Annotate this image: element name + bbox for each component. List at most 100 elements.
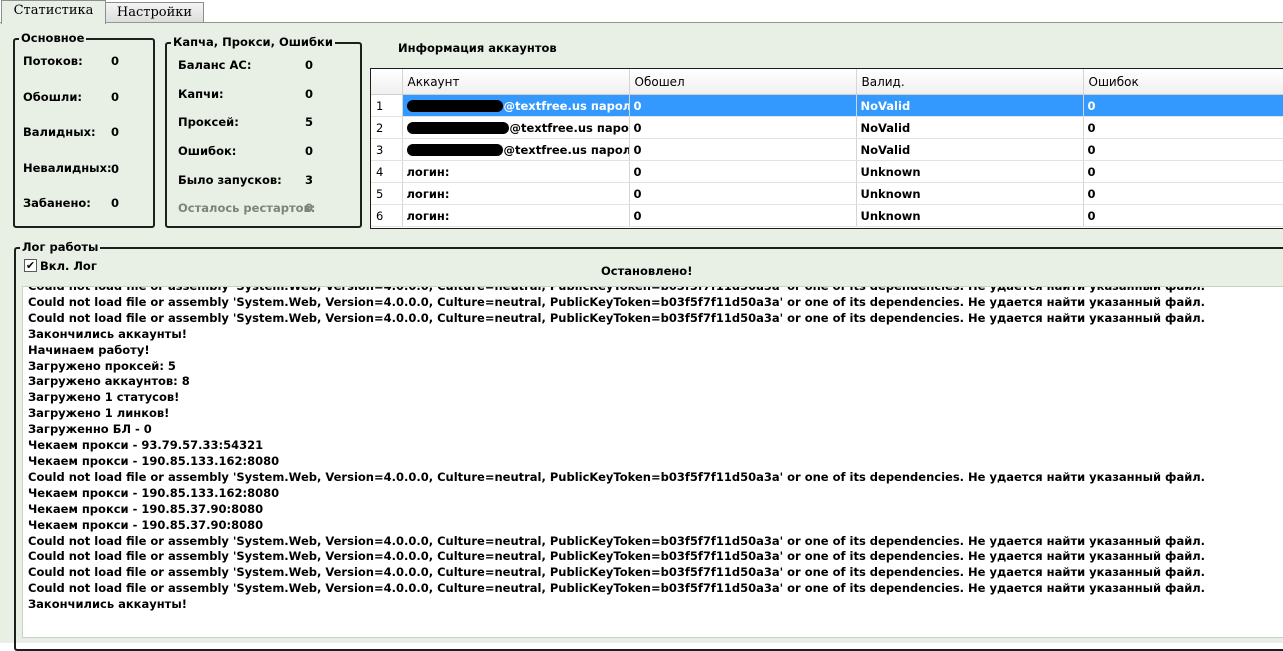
stat-value-banned: 0 <box>111 196 120 210</box>
errors-cell[interactable]: 0 <box>1083 204 1283 227</box>
errors-cell[interactable]: 0 <box>1083 138 1283 161</box>
log-line: Начинаем работу! <box>28 342 150 357</box>
log-enable-checkbox[interactable]: ✔ <box>24 259 37 272</box>
stat-label-banned: Забанено: <box>23 196 91 210</box>
valid-cell[interactable]: Unknown <box>856 182 1084 205</box>
log-line: Загружено проксей: 5 <box>28 358 176 373</box>
valid-cell[interactable]: NoValid <box>856 138 1084 161</box>
column-header-account[interactable]: Аккаунт <box>402 69 630 95</box>
log-line: Чекаем прокси - 190.85.37.90:8080 <box>28 517 264 532</box>
row-number: 6 <box>371 204 403 227</box>
group-title-basic: Основное <box>19 31 87 46</box>
log-line: Загружено 1 линков! <box>28 406 170 421</box>
log-enable-label[interactable]: Вкл. Лог <box>40 259 97 273</box>
stat-label-captchas: Капчи: <box>178 87 224 101</box>
account-cell[interactable]: @textfree.us пароль:п <box>402 94 630 117</box>
log-line: Чекаем прокси - 93.79.57.33:54321 <box>28 438 264 453</box>
table-row[interactable]: 2 @textfree.us пароль: 0 NoValid 0 <box>371 116 1283 139</box>
column-header-valid[interactable]: Валид. <box>856 69 1084 95</box>
log-line: Could not load file or assembly 'System.… <box>28 581 1206 596</box>
stat-value-threads: 0 <box>111 54 120 68</box>
stat-label-ac-balance: Баланс AC: <box>178 58 252 72</box>
errors-cell[interactable]: 0 <box>1083 116 1283 139</box>
valid-cell[interactable]: Unknown <box>856 160 1084 183</box>
log-textbox[interactable]: Could not load file or assembly 'System.… <box>22 286 1283 638</box>
passed-cell[interactable]: 0 <box>629 204 857 227</box>
stat-value-proxies: 5 <box>305 115 314 129</box>
row-number: 1 <box>371 94 403 117</box>
log-line: Загружено 1 статусов! <box>28 390 180 405</box>
errors-cell[interactable]: 0 <box>1083 94 1283 117</box>
log-line: Чекаем прокси - 190.85.133.162:8080 <box>28 485 280 500</box>
log-line: Закончились аккаунты! <box>28 326 187 341</box>
passed-cell[interactable]: 0 <box>629 116 857 139</box>
valid-cell[interactable]: NoValid <box>856 116 1084 139</box>
errors-cell[interactable]: 0 <box>1083 160 1283 183</box>
column-header-errors[interactable]: Ошибок <box>1083 69 1283 95</box>
log-line: Could not load file or assembly 'System.… <box>28 286 1206 293</box>
stat-value-valid: 0 <box>111 125 120 139</box>
row-number: 5 <box>371 182 403 205</box>
valid-cell[interactable]: NoValid <box>856 94 1084 117</box>
redaction-scribble <box>406 100 503 112</box>
passed-cell[interactable]: 0 <box>629 160 857 183</box>
log-line: Загруженно БЛ - 0 <box>28 422 152 437</box>
stat-value-restarts-left: 0 <box>305 201 314 215</box>
tab-statistics[interactable]: Статистика <box>1 0 106 24</box>
table-row[interactable]: 6 логин: 0 Unknown 0 <box>371 204 1283 227</box>
redaction-scribble <box>406 122 509 134</box>
stat-label-threads: Потоков: <box>23 54 83 68</box>
stat-label-proxies: Проксей: <box>178 115 239 129</box>
log-line: Закончились аккаунты! <box>28 597 187 612</box>
checkmark-icon: ✔ <box>25 259 36 272</box>
column-header-passed[interactable]: Обошел <box>629 69 857 95</box>
table-row[interactable]: 3 @textfree.us пароль:о 0 NoValid 0 <box>371 138 1283 161</box>
stat-label-errors: Ошибок: <box>178 144 237 158</box>
log-line: Could not load file or assembly 'System.… <box>28 294 1206 309</box>
stat-value-launches: 3 <box>305 173 314 187</box>
passed-cell[interactable]: 0 <box>629 182 857 205</box>
stat-label-invalid: Невалидных: <box>23 161 112 175</box>
stat-label-launches: Было запусков: <box>178 173 282 187</box>
stat-value-passed: 0 <box>111 90 120 104</box>
stat-value-errors: 0 <box>305 144 314 158</box>
account-cell[interactable]: логин: <box>402 182 630 205</box>
accounts-grid[interactable]: Аккаунт Обошел Валид. Ошибок 1 @textfree… <box>370 68 1283 229</box>
stat-value-ac-balance: 0 <box>305 58 314 72</box>
passed-cell[interactable]: 0 <box>629 138 857 161</box>
table-row[interactable]: 4 логин: 0 Unknown 0 <box>371 160 1283 183</box>
account-cell[interactable]: логин: <box>402 204 630 227</box>
account-cell[interactable]: @textfree.us пароль: <box>402 116 630 139</box>
log-line: Could not load file or assembly 'System.… <box>28 565 1206 580</box>
grid-corner <box>371 69 403 95</box>
log-lines: Could not load file or assembly 'System.… <box>28 286 1206 613</box>
accounts-title: Информация аккаунтов <box>398 41 557 55</box>
log-line: Чекаем прокси - 190.85.37.90:8080 <box>28 501 264 516</box>
stat-label-passed: Обошли: <box>23 90 82 104</box>
log-line: Could not load file or assembly 'System.… <box>28 533 1206 548</box>
valid-cell[interactable]: Unknown <box>856 204 1084 227</box>
account-cell[interactable]: логин: <box>402 160 630 183</box>
table-row[interactable]: 1 @textfree.us пароль:п 0 NoValid 0 <box>371 94 1283 117</box>
log-line: Could not load file or assembly 'System.… <box>28 310 1206 325</box>
stat-label-valid: Валидных: <box>23 125 96 139</box>
row-number: 2 <box>371 116 403 139</box>
tab-settings[interactable]: Настройки <box>105 2 204 23</box>
stat-value-captchas: 0 <box>305 87 314 101</box>
group-title-log: Лог работы <box>20 240 101 255</box>
log-line: Could not load file or assembly 'System.… <box>28 469 1206 484</box>
group-title-captcha: Капча, Прокси, Ошибки <box>171 35 335 50</box>
errors-cell[interactable]: 0 <box>1083 182 1283 205</box>
row-number: 4 <box>371 160 403 183</box>
account-cell[interactable]: @textfree.us пароль:о <box>402 138 630 161</box>
row-number: 3 <box>371 138 403 161</box>
redaction-scribble <box>406 144 503 156</box>
log-line: Could not load file or assembly 'System.… <box>28 549 1206 564</box>
status-text: Остановлено! <box>601 264 693 278</box>
stat-label-restarts-left: Осталось рестартов: <box>178 201 316 215</box>
log-line: Чекаем прокси - 190.85.133.162:8080 <box>28 453 280 468</box>
passed-cell[interactable]: 0 <box>629 94 857 117</box>
table-row[interactable]: 5 логин: 0 Unknown 0 <box>371 182 1283 205</box>
stat-value-invalid: 0 <box>111 162 120 176</box>
tab-bar: Статистика Настройки <box>0 0 1283 24</box>
